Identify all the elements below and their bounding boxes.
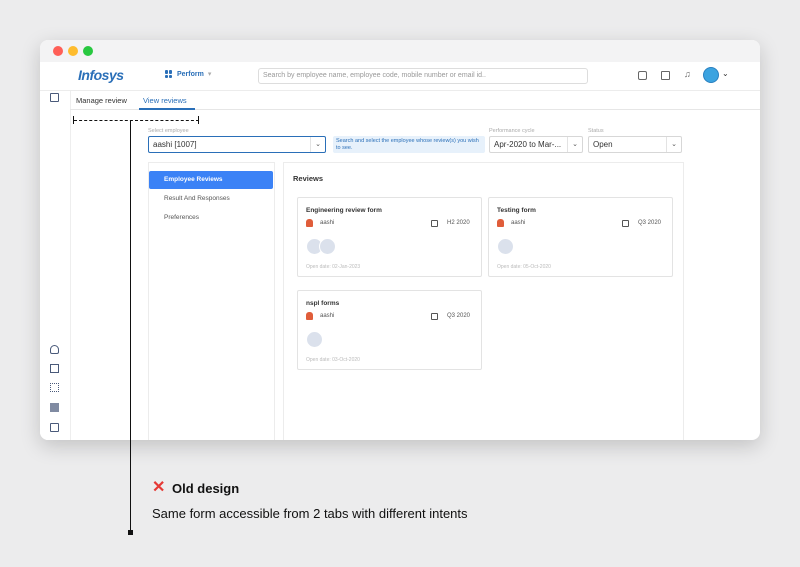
infosys-logo[interactable]: Infosys: [78, 67, 124, 83]
x-mark-icon: ✕: [152, 479, 166, 496]
calendar-icon: [431, 313, 438, 320]
avatar: [319, 238, 336, 255]
card-cycle: Q3 2020: [638, 220, 662, 226]
global-search-input[interactable]: Search by employee name, employee code, …: [258, 68, 588, 84]
chevron-down-icon: ▾: [207, 71, 212, 78]
reviewer-avatars: [497, 238, 514, 255]
annotation-dashed-bracket: [74, 120, 199, 121]
card-user: aashi: [320, 220, 335, 226]
tab-view-reviews[interactable]: View reviews: [143, 96, 187, 105]
module-switcher[interactable]: Perform ▾: [165, 70, 211, 78]
document-icon[interactable]: [50, 364, 59, 373]
window-titlebar: [40, 40, 760, 63]
employee-select[interactable]: aashi [1007] ⌄: [148, 136, 326, 153]
reviews-panel: Reviews Engineering review form aashi H2…: [283, 162, 684, 440]
review-sidebar: Employee Reviews Result And Responses Pr…: [148, 162, 275, 440]
card-title: Engineering review form: [306, 207, 382, 214]
user-settings-icon[interactable]: [50, 345, 59, 354]
status-value: Open: [593, 140, 613, 149]
calendar-icon[interactable]: [638, 71, 647, 80]
card-open-date: Open date: 03-Oct-2020: [306, 357, 360, 363]
user-icon: [306, 219, 313, 227]
app-window: Infosys Perform ▾ Search by employee nam…: [40, 40, 760, 440]
card-title: nspl forms: [306, 300, 340, 307]
annotation-leader-line: [130, 121, 131, 531]
cycle-value: Apr-2020 to Mar-...: [494, 140, 562, 149]
annotation-bracket-left: [73, 116, 74, 124]
cycle-label: Performance cycle: [489, 128, 535, 134]
calendar-icon[interactable]: [50, 423, 59, 432]
monitor-icon[interactable]: [50, 93, 59, 102]
review-card[interactable]: Engineering review form aashi H2 2020 Op…: [297, 197, 482, 277]
avatar: [306, 331, 323, 348]
user-icon: [497, 219, 504, 227]
status-select[interactable]: Open ⌄: [588, 136, 682, 153]
card-user: aashi: [320, 313, 335, 319]
minimize-window-button[interactable]: [68, 46, 78, 56]
card-open-date: Open date: 05-Oct-2020: [497, 264, 551, 270]
chevron-down-icon[interactable]: ⌄: [310, 137, 325, 152]
card-cycle: H2 2020: [447, 220, 470, 226]
annotation-bracket-right: [198, 116, 199, 124]
performance-cycle-select[interactable]: Apr-2020 to Mar-... ⌄: [489, 136, 583, 153]
card-title: Testing form: [497, 207, 536, 214]
close-window-button[interactable]: [53, 46, 63, 56]
card-open-date: Open date: 02-Jan-2023: [306, 264, 361, 270]
sidebar-item-preferences[interactable]: Preferences: [149, 209, 199, 227]
chevron-down-icon[interactable]: ⌄: [666, 137, 681, 152]
annotation-title: Old design: [172, 481, 240, 496]
annotation-endpoint: [128, 530, 133, 535]
tab-manage-review[interactable]: Manage review: [76, 96, 127, 105]
calendar-icon: [622, 220, 629, 227]
mail-icon[interactable]: [661, 71, 670, 80]
employee-hint: Search and select the employee whose rev…: [333, 136, 485, 153]
user-icon: [306, 312, 313, 320]
chevron-down-icon[interactable]: ⌄: [567, 137, 582, 152]
org-chart-icon[interactable]: [50, 383, 59, 392]
annotation-caption: Same form accessible from 2 tabs with di…: [152, 506, 468, 521]
card-cycle: Q3 2020: [447, 313, 471, 319]
calendar-icon: [431, 220, 438, 227]
status-label: Status: [588, 128, 604, 134]
card-user: aashi: [511, 220, 526, 226]
review-card[interactable]: nspl forms aashi Q3 2020 Open date: 03-O…: [297, 290, 482, 370]
app-header: Infosys Perform ▾ Search by employee nam…: [40, 62, 760, 91]
user-avatar[interactable]: [703, 67, 719, 83]
reviews-title: Reviews: [293, 174, 324, 183]
maximize-window-button[interactable]: [83, 46, 93, 56]
grid-icon[interactable]: [50, 403, 59, 412]
sidebar-item-employee-reviews[interactable]: Employee Reviews: [149, 171, 273, 189]
page-tabs: Manage review View reviews: [70, 91, 760, 110]
module-label: Perform: [177, 70, 204, 78]
employee-label: Select employee: [148, 128, 189, 134]
account-menu-chevron-icon[interactable]: ⌄: [722, 69, 729, 78]
sidebar-item-result-and-responses[interactable]: Result And Responses: [149, 190, 230, 208]
reviewer-avatars: [306, 238, 336, 255]
reviewer-avatars: [306, 331, 323, 348]
review-card[interactable]: Testing form aashi Q3 2020 Open date: 05…: [488, 197, 673, 277]
bell-icon[interactable]: ♫: [684, 70, 693, 79]
left-nav-rail: [40, 91, 71, 440]
apps-icon: [165, 70, 173, 78]
active-tab-indicator: [139, 108, 195, 110]
avatar: [497, 238, 514, 255]
employee-value: aashi [1007]: [153, 140, 197, 149]
